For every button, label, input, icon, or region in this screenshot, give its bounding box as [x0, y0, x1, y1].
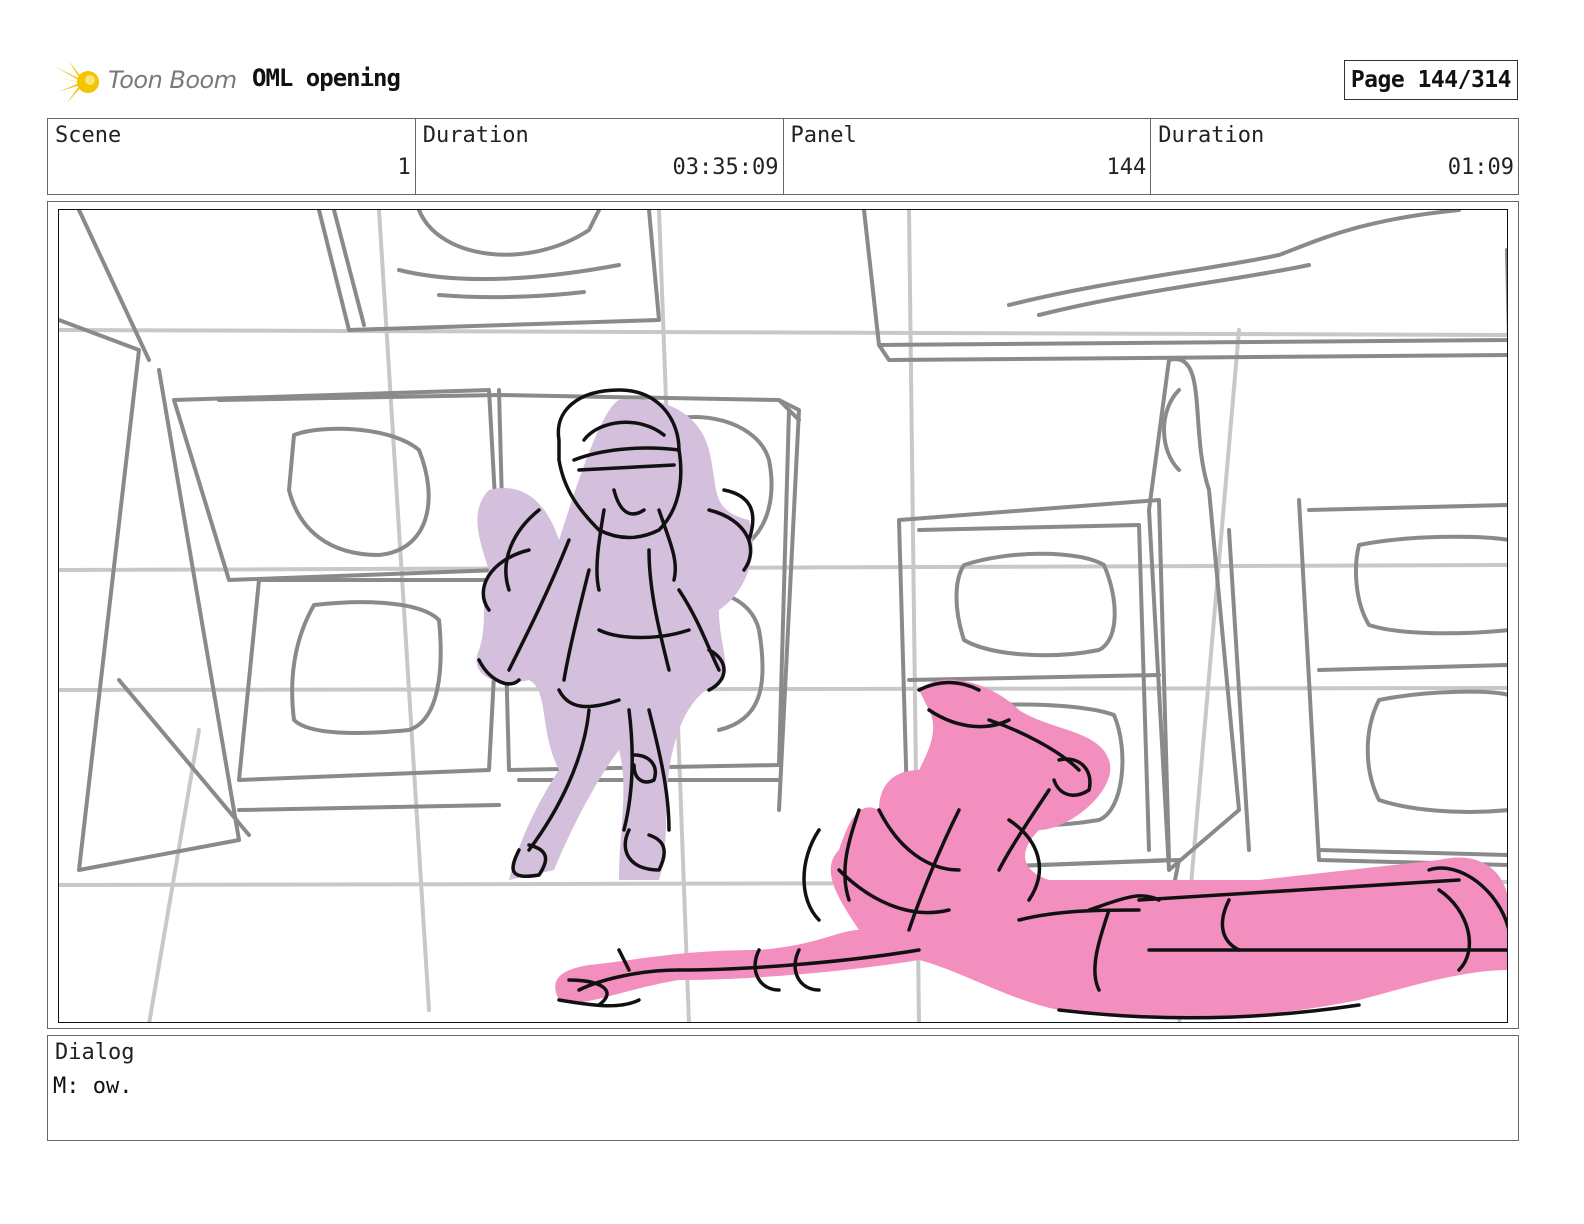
girl-character-sketch: [476, 388, 755, 880]
dialog-box: Dialog M: ow.: [47, 1035, 1519, 1141]
scene-cell: Scene 1: [48, 119, 416, 194]
toon-boom-logo: Toon Boom: [52, 56, 242, 106]
project-title: OML opening: [252, 64, 401, 92]
page-indicator: Page 144/314: [1343, 60, 1518, 100]
starburst-icon: [54, 60, 99, 104]
scene-duration-value: 03:35:09: [672, 155, 779, 180]
panel-value: 144: [1106, 155, 1147, 180]
dialog-text: M: ow.: [53, 1074, 133, 1099]
scene-label: Scene: [55, 123, 122, 148]
panel-duration-cell: Duration 01:09: [1151, 119, 1518, 194]
scene-value: 1: [397, 155, 411, 180]
logo-text: Toon Boom: [108, 66, 237, 94]
scene-duration-label: Duration: [422, 123, 529, 148]
panel-duration-label: Duration: [1158, 123, 1265, 148]
scene-duration-cell: Duration 03:35:09: [416, 119, 784, 194]
panel-artwork: [58, 209, 1508, 1023]
panel-label: Panel: [790, 123, 857, 148]
panel-info-row: Scene 1 Duration 03:35:09 Panel 144 Dura…: [47, 118, 1519, 195]
dialog-label: Dialog: [55, 1040, 135, 1065]
panel-cell: Panel 144: [784, 119, 1152, 194]
pink-robot-character-sketch: [555, 679, 1507, 1020]
storyboard-sketch: [59, 210, 1507, 1022]
storyboard-header: Toon Boom OML opening Page 144/314: [48, 56, 1520, 106]
panel-duration-value: 01:09: [1447, 155, 1514, 180]
panel-frame: [47, 201, 1519, 1029]
